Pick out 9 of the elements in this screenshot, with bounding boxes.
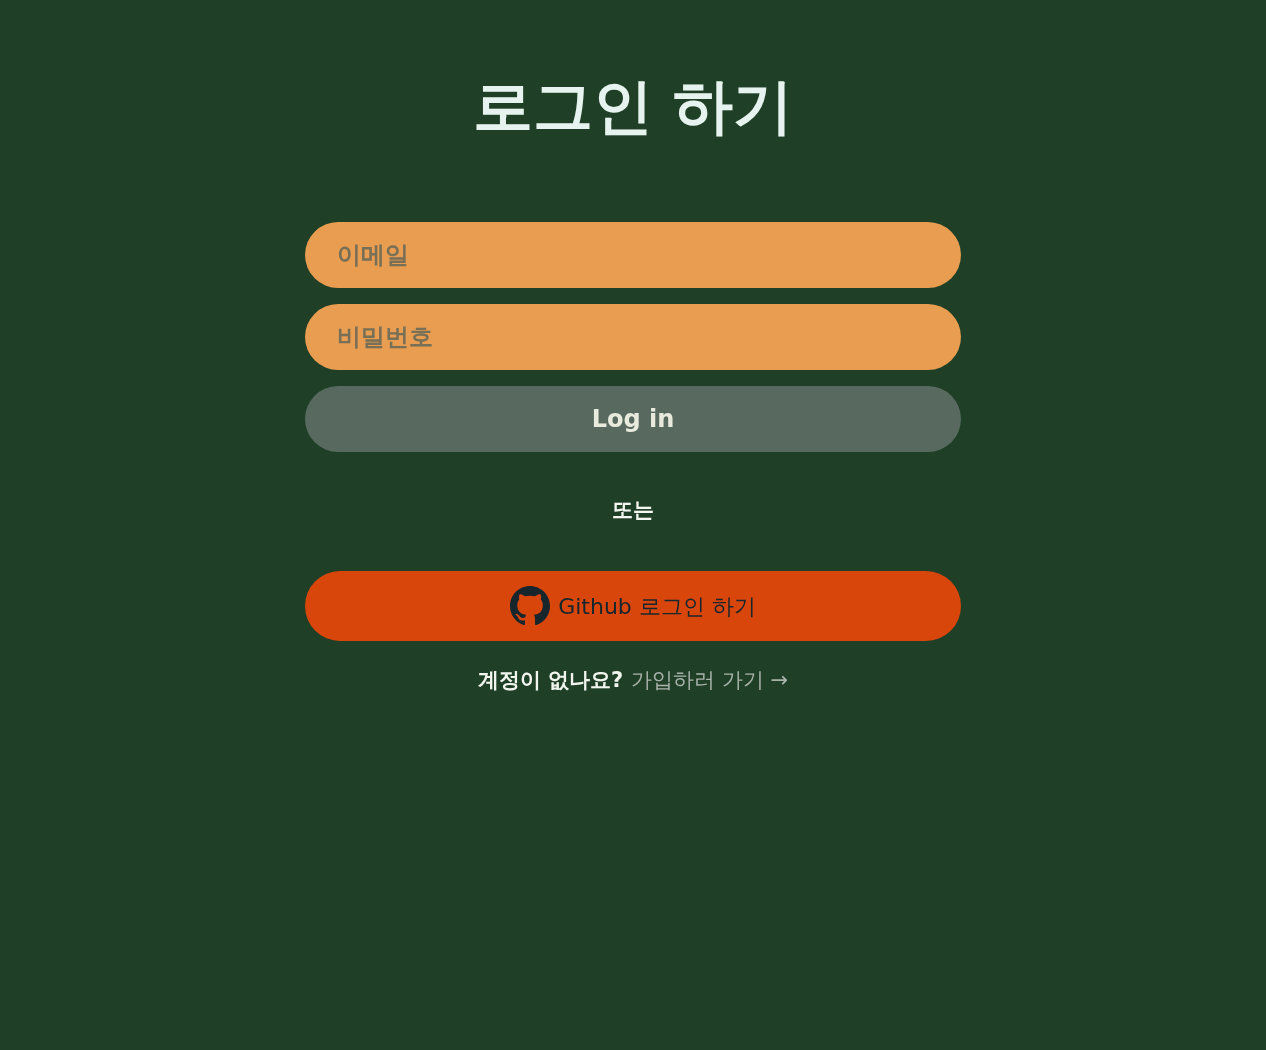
page-title: 로그인 하기 [471,70,795,142]
signup-prompt: 계정이 없나요? [477,667,624,695]
github-login-button[interactable]: Github 로그인 하기 [305,571,961,642]
signup-link[interactable]: 가입하러 가기 → [631,665,789,697]
password-field[interactable]: 비밀번호 [305,304,961,370]
email-field[interactable]: 이메일 [305,222,961,288]
divider-text: 또는 [611,498,655,524]
cat-logo-icon [510,586,551,627]
login-button[interactable]: Log in [305,386,961,452]
